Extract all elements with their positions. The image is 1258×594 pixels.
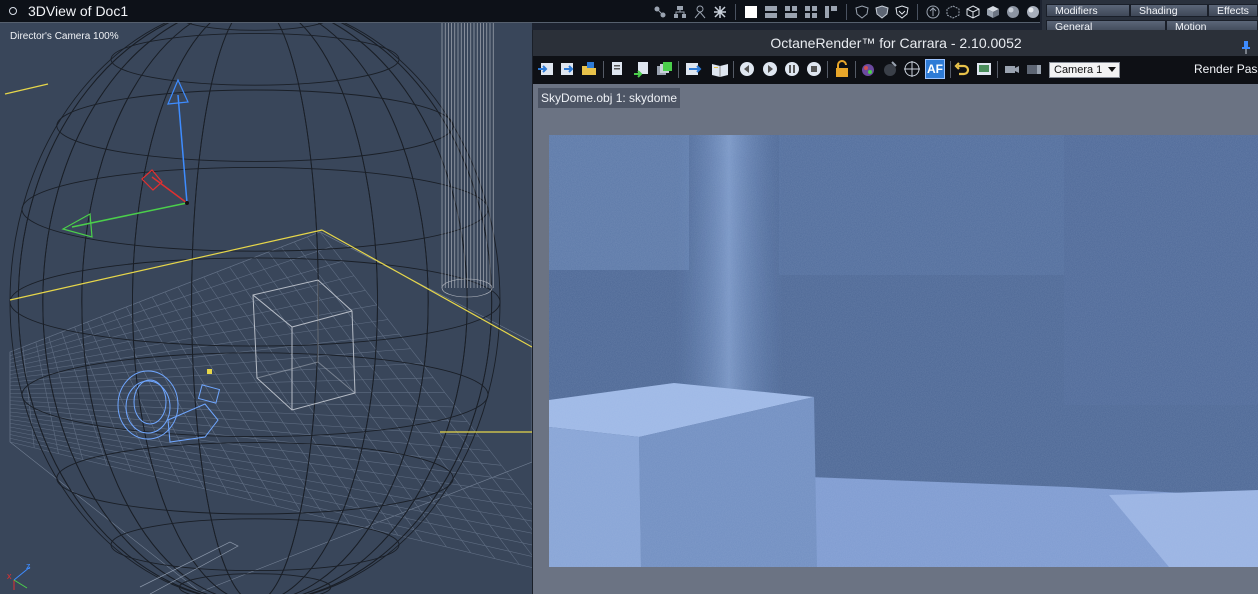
3d-view-title: 3DView of Doc1 (28, 3, 129, 19)
folder-icon[interactable] (580, 60, 598, 78)
single-view-icon[interactable] (743, 4, 759, 20)
two-views-icon[interactable] (763, 4, 779, 20)
3d-view-titlebar[interactable]: 3DView of Doc1 (0, 0, 1040, 23)
skydome-wireframe (9, 22, 501, 594)
camera-dropdown-value: Camera 1 (1054, 64, 1103, 76)
dome-parallel (56, 442, 454, 515)
stop-icon[interactable] (805, 60, 823, 78)
grid-line (9, 426, 532, 522)
grid-line (9, 362, 423, 387)
dome-parallel (21, 166, 489, 252)
dome-meridian (81, 22, 429, 594)
sphere-shaded-icon[interactable] (1005, 4, 1021, 20)
light-column (441, 22, 494, 298)
view-toolbar (652, 3, 1041, 21)
shield-3-icon[interactable] (894, 4, 910, 20)
floor-grid (9, 231, 532, 593)
pick-icon[interactable] (881, 60, 899, 78)
cube-solid-icon[interactable] (985, 4, 1001, 20)
dome-meridian (17, 22, 493, 594)
svg-text:z: z (26, 561, 31, 571)
grid-line (9, 392, 445, 394)
dome-meridian (132, 22, 378, 594)
layers-icon[interactable] (655, 60, 673, 78)
grid-line (9, 377, 434, 390)
tab-shading[interactable]: Shading (1130, 4, 1208, 17)
axis-indicator: z x (7, 561, 31, 590)
octane-title[interactable]: OctaneRender™ for Carrara - 2.10.0052 (533, 30, 1258, 56)
cube-dashed-icon[interactable] (945, 4, 961, 20)
four-views-icon[interactable] (803, 4, 819, 20)
dome-parallel (56, 89, 454, 162)
render-preview[interactable] (549, 135, 1258, 567)
hierarchy-icon[interactable] (672, 4, 688, 20)
render-pass-label[interactable]: Render Pass (1194, 62, 1258, 76)
dome-meridian (191, 22, 319, 594)
dome-parallel (110, 32, 400, 86)
grid-line (9, 333, 400, 379)
grid-line (9, 231, 321, 353)
grid-line (9, 415, 513, 481)
grid-line (319, 231, 532, 506)
film-icon[interactable] (1025, 60, 1043, 78)
play-icon[interactable] (761, 60, 779, 78)
arrow-circle-icon[interactable] (925, 4, 941, 20)
split-view-icon[interactable] (823, 4, 839, 20)
export-alt-icon[interactable] (558, 60, 576, 78)
3d-viewport[interactable]: z x Director's Camera 100% (0, 0, 532, 594)
shield-2-icon[interactable] (874, 4, 890, 20)
dome-meridian (81, 22, 429, 594)
autofocus-text: AF (927, 62, 943, 76)
grid-line (9, 246, 332, 357)
chevron-down-icon (1108, 67, 1116, 72)
dome-parallel (21, 352, 489, 438)
autofocus-icon[interactable]: AF (925, 59, 945, 79)
window-menu-icon[interactable] (9, 7, 17, 15)
rewind-icon[interactable] (738, 60, 756, 78)
tab-modifiers[interactable]: Modifiers (1046, 4, 1130, 17)
pause-icon[interactable] (783, 60, 801, 78)
lock-icon[interactable] (833, 60, 851, 78)
camera-dropdown[interactable]: Camera 1 (1049, 62, 1120, 78)
dome-parallel (110, 518, 400, 572)
bones-icon[interactable] (692, 4, 708, 20)
paste-icon[interactable] (632, 60, 650, 78)
selected-object-label: SkyDome.obj 1: skydome (538, 88, 681, 108)
dome-meridian (191, 22, 319, 594)
grid-line (9, 260, 343, 360)
cube-wire-icon[interactable] (965, 4, 981, 20)
move-icon[interactable] (652, 4, 668, 20)
material-icon[interactable] (859, 60, 877, 78)
three-views-icon[interactable] (783, 4, 799, 20)
sphere-textured-icon[interactable] (1025, 4, 1041, 20)
dome-meridian (17, 22, 493, 594)
tab-effects[interactable]: Effects (1208, 4, 1258, 17)
grid-line (9, 304, 377, 372)
dome-parallel (184, 22, 326, 31)
copy-icon[interactable] (609, 60, 627, 78)
book-icon[interactable] (711, 60, 729, 78)
render-image (549, 135, 1258, 567)
dome-meridian (132, 22, 378, 594)
image-icon[interactable] (975, 60, 993, 78)
svg-text:x: x (7, 571, 12, 581)
shield-1-icon[interactable] (854, 4, 870, 20)
grid-line (9, 404, 479, 437)
viewport-scene[interactable]: z x (0, 22, 532, 594)
octane-render-window: OctaneRender™ for Carrara - 2.10.0052 AF (532, 30, 1258, 594)
camera-label: Director's Camera 100% (10, 31, 119, 42)
magnet-icon[interactable] (712, 4, 728, 20)
octane-title-text: OctaneRender™ for Carrara - 2.10.0052 (770, 35, 1022, 51)
grid-line (306, 236, 532, 531)
undo-icon[interactable] (953, 60, 971, 78)
pin-icon[interactable] (1241, 36, 1251, 54)
octane-toolbar: AF Camera 1 Render Pass (533, 56, 1258, 84)
focus-icon[interactable] (903, 60, 921, 78)
export-scene-icon[interactable] (537, 60, 555, 78)
send-icon[interactable] (684, 60, 702, 78)
camera-icon[interactable] (1003, 60, 1021, 78)
grid-line (9, 396, 457, 408)
